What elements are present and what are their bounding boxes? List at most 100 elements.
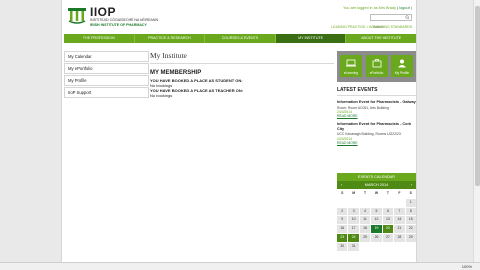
calendar-day[interactable]: 18 [359,225,371,233]
calendar-empty-cell [359,242,371,251]
calendar-day[interactable]: 8 [405,207,416,216]
zoom-level[interactable]: 100% [462,263,472,270]
nav-item-about-the-institute[interactable]: ABOUT THE INSTITUTE [346,34,416,43]
event-title[interactable]: Information Event for Pharmacists - Cork… [337,122,416,131]
nav-item-my-institute[interactable]: MY INSTITUTE [275,34,347,43]
quicklink-my-profile[interactable]: My Profile [391,55,413,77]
logo-irish-name: INSTITIÚID CÓGAISEOIRÍ NA hÉIREANN [90,18,159,22]
elearning-icon [346,59,356,67]
quicklink-eportfolio[interactable]: ePortfolio [365,55,388,77]
calendar-day[interactable]: 14 [394,216,405,225]
sidenav-item-my-profile[interactable]: My Profile [64,75,149,86]
calendar-grid: S M T W T F S 1 2 3 4 5 6 7 8 9 10 11 12 13 14 15 16 17 18 19 20 21… [337,190,416,251]
calendar-day[interactable]: 15 [405,216,416,225]
calendar-next-button[interactable]: › [411,183,412,187]
calendar-day[interactable]: 30 [337,242,348,251]
calendar-day[interactable]: 9 [337,216,348,225]
calendar-empty-cell [371,198,382,207]
calendar-day[interactable]: 25 [359,233,371,242]
calendar-weekday: M [348,190,359,198]
profile-icon [398,59,406,68]
calendar-day[interactable]: 21 [394,225,405,233]
logo-title: IIOP [90,5,117,19]
vertical-scrollbar[interactable] [473,0,480,262]
main-nav: THE PROFESSION PRACTICE & RESEARCH COURS… [64,34,416,43]
calendar-day[interactable]: 7 [394,207,405,216]
calendar-weekday: S [405,190,416,198]
calendar-weekday: S [337,190,348,198]
calendar-empty-cell [359,198,371,207]
calendar-nav: ‹ MARCH 2014 › [337,181,416,189]
calendar-weekday: W [371,190,382,198]
calendar-empty-cell [382,242,394,251]
quicklink-label: eLearning [343,71,359,75]
event-title[interactable]: Information Event for Pharmacists - Galw… [337,100,416,105]
calendar-empty-cell [394,242,405,251]
logo-english-name: IRISH INSTITUTE OF PHARMACY [90,22,147,27]
calendar-day[interactable]: 5 [371,207,382,216]
calendar-day[interactable]: 4 [359,207,371,216]
calendar-day[interactable]: 19 [371,225,382,233]
calendar-empty-cell [405,242,416,251]
calendar-day[interactable]: 24 [348,233,359,242]
nav-item-the-profession[interactable]: THE PROFESSION [64,34,135,43]
quicklink-elearning[interactable]: eLearning [340,55,362,77]
calendar-weekday: T [382,190,394,198]
page-container: IIOP INSTITIÚID CÓGAISEOIRÍ NA hÉIREANN … [61,0,417,270]
read-more-link[interactable]: READ MORE [337,114,416,118]
calendar-day[interactable]: 16 [337,225,348,233]
scrollbar-thumb[interactable] [475,6,480,186]
calendar-weekday: F [394,190,405,198]
calendar-month-label: MARCH 2014 [364,183,389,187]
nav-item-practice-research[interactable]: PRACTICE & RESEARCH [135,34,206,43]
calendar-day[interactable]: 12 [371,216,382,225]
calendar-day[interactable]: 20 [382,225,394,233]
calendar-day[interactable]: 23 [337,233,348,242]
search-box [370,14,412,30]
sidenav-item-my-calendar[interactable]: My Calendar [64,51,149,62]
user-status: You are logged in as Mrs Brady ( logout … [343,6,412,10]
membership-heading: MY MEMBERSHIP [150,70,202,76]
calendar-day[interactable]: 27 [382,233,394,242]
sidenav-item-my-eportfolio[interactable]: My ePortfolio [64,63,149,74]
quicklink-label: My Profile [394,71,410,75]
calendar-day[interactable]: 28 [394,233,405,242]
calendar-day[interactable]: 13 [382,216,394,225]
event-item: Information Event for Pharmacists - Galw… [337,100,416,118]
logged-in-text: You are logged in as Mrs Brady [343,6,396,10]
calendar-prev-button[interactable]: ‹ [341,183,342,187]
logo-mark-icon [67,6,87,24]
quick-links: eLearning ePortfolio My Profile [337,51,416,82]
calendar-empty-cell [371,242,382,251]
calendar-day[interactable]: 11 [359,216,371,225]
search-icon[interactable] [405,15,410,20]
nav-item-courses-events[interactable]: COURSES & EVENTS [205,34,276,43]
read-more-link[interactable]: READ MORE [337,141,416,145]
calendar-day[interactable]: 6 [382,207,394,216]
site-logo[interactable]: IIOP INSTITIÚID CÓGAISEOIRÍ NA hÉIREANN … [67,6,158,27]
calendar-day[interactable]: 29 [405,233,416,242]
calendar-empty-cell [337,198,348,207]
right-sidebar: eLearning ePortfolio My Profile LATEST E… [337,51,416,145]
calendar-day[interactable]: 2 [337,207,348,216]
calendar-empty-cell [348,198,359,207]
teacher-bookings-value: No bookings [150,93,173,98]
calendar-day[interactable]: 22 [405,225,416,233]
calendar-day[interactable]: 31 [348,242,359,251]
logout-link[interactable]: ( logout ) [397,6,412,10]
quicklink-label: ePortfolio [369,71,384,75]
calendar-empty-cell [382,198,394,207]
tagline: LEADING PRACTICE > ADVANCING STANDARDS [331,25,412,29]
status-bar: 100% [0,262,480,270]
calendar-weekday: T [359,190,371,198]
calendar-day[interactable]: 17 [348,225,359,233]
calendar-day[interactable]: 1 [405,198,416,207]
event-item: Information Event for Pharmacists - Cork… [337,122,416,145]
calendar-day[interactable]: 26 [371,233,382,242]
events-calendar: EVENTS CALENDAR ‹ MARCH 2014 › SMTWTFS12… [337,173,416,251]
calendar-day[interactable]: 10 [348,216,359,225]
sidenav-item-iiop-support[interactable]: IIoP Support [64,87,149,98]
page-title: My Institute [150,51,334,64]
calendar-day[interactable]: 3 [348,207,359,216]
side-nav: My Calendar My ePortfolio My Profile IIo… [64,51,149,98]
